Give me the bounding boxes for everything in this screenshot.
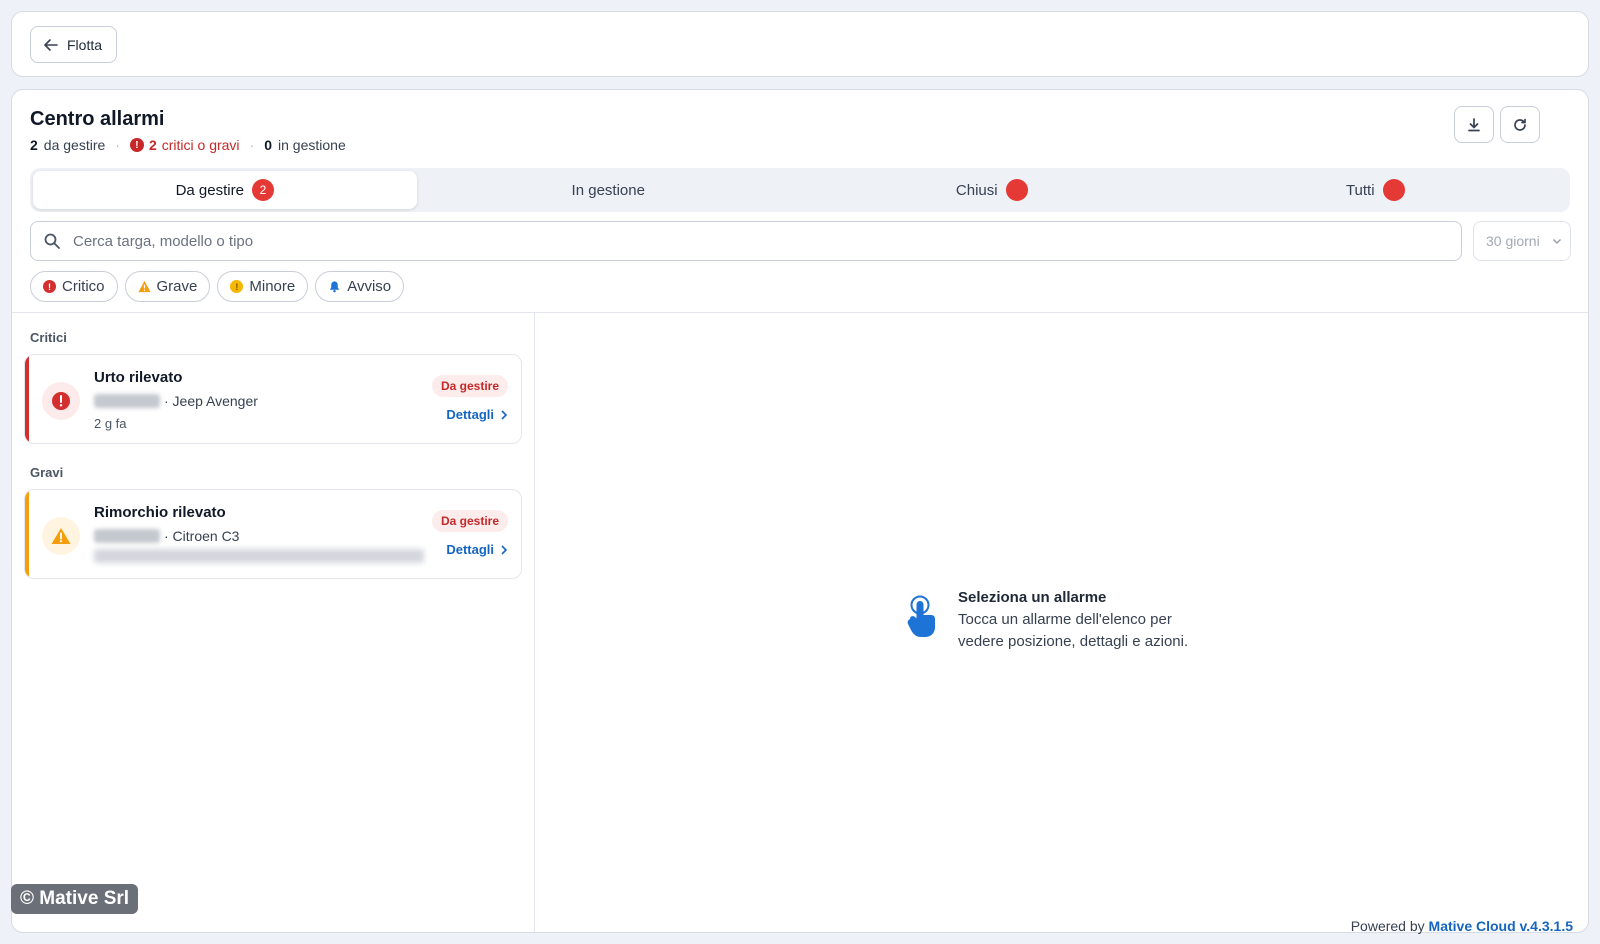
tab-label: Da gestire — [175, 181, 244, 199]
filter-minore[interactable]: ! Minore — [217, 271, 309, 302]
license-plate-redacted — [94, 394, 160, 408]
empty-state-description: Tocca un allarme dell'elenco per vedere … — [958, 611, 1189, 650]
back-button-label: Flotta — [67, 36, 103, 53]
alarm-card[interactable]: Rimorchio rilevato · Citroen C3 Da gesti… — [24, 489, 522, 579]
tab-da-gestire[interactable]: Da gestire 2 — [33, 171, 417, 209]
status-badge: Da gestire — [431, 375, 508, 397]
group-label-critici: Critici — [30, 330, 67, 345]
filter-label: Critico — [62, 278, 105, 295]
filter-avviso[interactable]: Avviso — [315, 271, 405, 302]
filter-grave[interactable]: Grave — [124, 271, 211, 302]
tab-chiusi[interactable]: Chiusi — [800, 171, 1184, 209]
powered-by: Powered by Mative Cloud v.4.3.1.5 — [1351, 918, 1573, 934]
powered-prefix: Powered by — [1350, 918, 1425, 934]
details-link[interactable]: Dettagli — [446, 542, 508, 557]
search-icon — [44, 233, 60, 249]
period-select-value: 30 giorni — [1486, 233, 1540, 249]
tab-label: Tutti — [1345, 181, 1375, 199]
powered-brand[interactable]: Mative Cloud v.4.3.1.5 — [1429, 918, 1573, 934]
warning-icon — [137, 280, 151, 293]
alarm-title: Urto rilevato — [94, 369, 183, 386]
copyright-watermark: © Mative Srl — [11, 884, 139, 914]
minor-icon: ! — [230, 280, 244, 293]
critical-label: critici o gravi — [161, 137, 240, 153]
status-tabs: Da gestire 2 In gestione Chiusi Tutti — [30, 168, 1570, 212]
status-badge: Da gestire — [431, 510, 508, 532]
tab-in-gestione[interactable]: In gestione — [417, 171, 801, 209]
empty-state: Seleziona un allarme Tocca un allarme de… — [904, 589, 1208, 653]
alarm-card[interactable]: Urto rilevato · Jeep Avenger 2 g fa Da g… — [24, 354, 522, 444]
in-progress-label: in gestione — [278, 137, 346, 153]
to-handle-label: da gestire — [43, 137, 106, 153]
arrow-left-icon — [44, 38, 58, 51]
tab-label: Chiusi — [955, 181, 998, 199]
details-label: Dettagli — [446, 542, 494, 557]
period-select[interactable]: 30 giorni — [1473, 221, 1571, 261]
critical-summary: ! 2 critici o gravi — [129, 137, 240, 153]
alarm-vehicle: · Citroen C3 — [94, 528, 239, 544]
alarm-vehicle: · Jeep Avenger — [94, 393, 258, 409]
to-handle-count: 2 — [30, 137, 38, 153]
vehicle-model: · Jeep Avenger — [164, 393, 258, 409]
refresh-button[interactable] — [1500, 106, 1540, 143]
tab-count-badge — [1005, 179, 1028, 201]
license-plate-redacted — [94, 529, 160, 543]
vehicle-model: · Citroen C3 — [164, 528, 240, 544]
alarm-list: Critici Urto rilevato · Jeep Avenger 2 g… — [12, 313, 535, 932]
separator-dot: · — [249, 137, 255, 153]
refresh-icon — [1514, 118, 1526, 131]
alarm-summary: 2 da gestire · ! 2 critici o gravi · 0 i… — [30, 137, 346, 153]
critical-icon: ! — [43, 280, 56, 293]
top-bar: Flotta — [11, 11, 1589, 77]
hand-pointer-icon — [907, 595, 935, 637]
in-progress-count: 0 — [264, 137, 273, 153]
chevron-right-icon — [501, 544, 508, 555]
bell-icon — [330, 281, 340, 293]
download-icon — [1468, 117, 1480, 131]
critical-count: 2 — [148, 137, 157, 153]
chevron-down-icon — [1552, 238, 1562, 245]
severity-bar — [25, 355, 29, 443]
filter-label: Avviso — [347, 278, 392, 295]
filter-label: Grave — [156, 278, 198, 295]
critical-alarm-icon — [42, 382, 80, 420]
details-label: Dettagli — [446, 407, 494, 422]
empty-state-title: Seleziona un allarme — [958, 589, 1107, 606]
severity-filters: ! Critico Grave ! Minore Avviso — [30, 271, 405, 302]
details-link[interactable]: Dettagli — [446, 407, 508, 422]
filter-label: Minore — [249, 278, 296, 295]
tab-tutti[interactable]: Tutti — [1184, 171, 1568, 209]
tab-count-badge — [1382, 179, 1405, 201]
tab-label: In gestione — [571, 181, 645, 199]
warning-alarm-icon — [42, 517, 80, 555]
back-button[interactable]: Flotta — [30, 26, 118, 63]
critical-icon: ! — [129, 138, 144, 152]
download-button[interactable] — [1454, 106, 1494, 143]
tab-count-badge: 2 — [251, 179, 274, 201]
severity-bar — [25, 490, 29, 578]
group-label-gravi: Gravi — [30, 465, 64, 480]
alarm-center-panel: Centro allarmi 2 da gestire · ! 2 critic… — [11, 89, 1589, 933]
page-title: Centro allarmi — [30, 108, 165, 130]
search-input[interactable] — [73, 232, 1413, 250]
alarm-title: Rimorchio rilevato — [94, 504, 226, 521]
address-redacted — [94, 549, 424, 563]
alarm-time: 2 g fa — [94, 416, 127, 431]
search-box — [30, 221, 1462, 261]
chevron-right-icon — [501, 409, 508, 420]
filter-critico[interactable]: ! Critico — [30, 271, 118, 302]
separator-dot: · — [115, 137, 120, 153]
